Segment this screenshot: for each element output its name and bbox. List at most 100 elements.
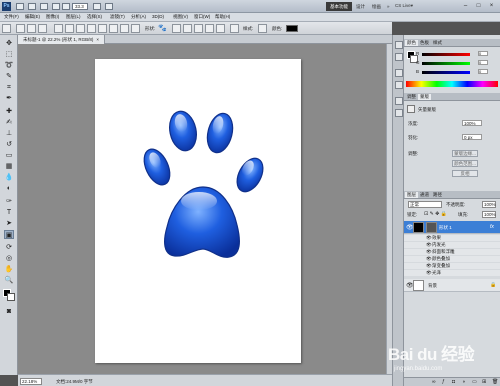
paths-icon[interactable] xyxy=(27,24,36,33)
quick-mask-icon[interactable]: ◙ xyxy=(4,307,14,316)
fill-pixels-icon[interactable] xyxy=(38,24,47,33)
link-style-icon[interactable] xyxy=(230,24,239,33)
effects-visibility-icon[interactable]: 👁 xyxy=(426,235,432,241)
new-layer-mode-icon[interactable] xyxy=(172,24,181,33)
workspace-design-button[interactable]: 设计 xyxy=(352,2,369,11)
layer-row-background[interactable]: 👁 背景 🔒 xyxy=(404,279,500,292)
effect-visibility-icon[interactable]: 👁 xyxy=(426,249,432,255)
lock-icons[interactable]: ⊡ ✎ ✥ 🔒 xyxy=(424,211,447,217)
effect-row[interactable]: 👁 光泽 xyxy=(404,270,500,276)
menu-layer[interactable]: 图层(L) xyxy=(66,14,81,20)
menu-file[interactable]: 文件(F) xyxy=(4,14,19,20)
intersect-mode-icon[interactable] xyxy=(205,24,214,33)
density-field[interactable]: 100% xyxy=(462,120,482,126)
effect-row[interactable]: 👁 渐变叠加 xyxy=(404,263,500,269)
vector-mask-thumbnail[interactable] xyxy=(426,222,437,233)
menu-window[interactable]: 窗口(W) xyxy=(194,14,210,20)
rounded-rectangle-icon[interactable] xyxy=(87,24,96,33)
invert-button[interactable]: 反相 xyxy=(452,170,478,177)
menu-analysis[interactable]: 分析(A) xyxy=(131,14,146,20)
color-range-button[interactable]: 颜色范围... xyxy=(452,160,478,167)
crop-tool-icon[interactable]: ⌗ xyxy=(4,83,14,92)
eraser-tool-icon[interactable]: ▭ xyxy=(4,151,14,160)
red-value-field[interactable]: 0 xyxy=(478,51,488,56)
dodge-tool-icon[interactable]: ◐ xyxy=(4,184,14,193)
effect-visibility-icon[interactable]: 👁 xyxy=(426,270,432,276)
subtract-mode-icon[interactable] xyxy=(194,24,203,33)
pen-tool-icon[interactable] xyxy=(54,24,63,33)
tab-adjustments[interactable]: 调整 xyxy=(405,94,418,100)
marquee-tool-icon[interactable]: ⬚ xyxy=(4,50,14,59)
mask-edge-button[interactable]: 蒙版边缘... xyxy=(452,150,478,157)
tab-channels[interactable]: 通道 xyxy=(418,192,431,198)
tool-preset-icon[interactable] xyxy=(2,24,11,33)
green-slider[interactable] xyxy=(422,62,470,65)
document-tab[interactable]: 未标题-1 @ 22.2% (形状 1, RGB/8) × xyxy=(18,35,105,44)
layer-effects-icon[interactable]: fx xyxy=(490,224,494,230)
3d-orbit-icon[interactable]: ◎ xyxy=(4,254,14,263)
opacity-field[interactable]: 100% xyxy=(482,201,496,208)
zoom-tool-side-icon[interactable]: 🔍 xyxy=(4,276,14,285)
pen-tool-side-icon[interactable]: ✑ xyxy=(4,197,14,206)
mini-bridge-icon[interactable] xyxy=(28,3,36,10)
quick-selection-icon[interactable]: ✎ xyxy=(4,72,14,81)
move-tool-icon[interactable]: ✥ xyxy=(4,39,14,48)
menu-view[interactable]: 视图(V) xyxy=(173,14,188,20)
view-extras-icon[interactable] xyxy=(40,3,48,10)
blur-tool-icon[interactable]: 💧 xyxy=(4,173,14,182)
eyedropper-tool-icon[interactable]: ✒ xyxy=(4,94,14,103)
tab-color[interactable]: 颜色 xyxy=(405,40,418,46)
actions-panel-icon[interactable] xyxy=(395,53,403,61)
clone-source-panel-icon[interactable] xyxy=(395,109,403,117)
blend-mode-select[interactable]: 正常 xyxy=(408,201,442,208)
blue-value-field[interactable]: 0 xyxy=(478,69,488,74)
type-tool-icon[interactable]: T xyxy=(4,208,14,217)
hand-tool-icon[interactable] xyxy=(52,3,60,10)
menu-select[interactable]: 选择(S) xyxy=(87,14,102,20)
red-slider[interactable] xyxy=(422,53,470,56)
menu-help[interactable]: 帮助(H) xyxy=(215,14,230,20)
rectangle-icon[interactable] xyxy=(76,24,85,33)
effect-visibility-icon[interactable]: 👁 xyxy=(426,263,432,269)
style-picker-icon[interactable] xyxy=(258,24,267,33)
path-selection-icon[interactable]: ➤ xyxy=(4,219,14,228)
feather-field[interactable]: 0 px xyxy=(462,134,482,140)
clone-stamp-icon[interactable]: ⊥ xyxy=(4,129,14,138)
status-zoom-field[interactable]: 22.18% xyxy=(20,378,42,385)
3d-rotate-icon[interactable]: ⟳ xyxy=(4,243,14,252)
menu-3d[interactable]: 3D(D) xyxy=(152,14,164,19)
brush-tool-icon[interactable]: ✍ xyxy=(4,118,14,127)
polygon-icon[interactable] xyxy=(109,24,118,33)
ellipse-icon[interactable] xyxy=(98,24,107,33)
healing-brush-icon[interactable]: ✚ xyxy=(4,107,14,116)
effect-row[interactable]: 👁 内发光 xyxy=(404,242,500,248)
workspace-essentials-button[interactable]: 基本功能 xyxy=(326,2,352,11)
green-value-field[interactable]: 0 xyxy=(478,60,488,65)
history-brush-icon[interactable]: ↺ xyxy=(4,140,14,149)
effect-row[interactable]: 👁 颜色叠加 xyxy=(404,256,500,262)
canvas-area[interactable] xyxy=(18,44,386,374)
screen-mode-icon[interactable] xyxy=(105,3,113,10)
document-canvas[interactable] xyxy=(95,59,301,363)
hand-tool-side-icon[interactable]: ✋ xyxy=(4,265,14,274)
add-mode-icon[interactable] xyxy=(183,24,192,33)
lasso-tool-icon[interactable]: ➰ xyxy=(4,61,14,70)
shape-layers-icon[interactable] xyxy=(16,24,25,33)
layer-row-shape[interactable]: 👁 形状 1 fx xyxy=(404,221,500,234)
cs-live-button[interactable]: CS Live▾ xyxy=(395,3,413,9)
menu-edit[interactable]: 编辑(E) xyxy=(25,14,40,20)
minimize-icon[interactable]: ‒ xyxy=(461,2,470,10)
paragraph-panel-icon[interactable] xyxy=(395,81,403,89)
workspace-more-button[interactable]: » xyxy=(383,2,394,11)
zoom-tool-icon[interactable] xyxy=(62,3,70,10)
tab-masks[interactable]: 蒙版 xyxy=(418,94,431,100)
close-document-icon[interactable]: × xyxy=(96,37,99,42)
paw-print-shape[interactable] xyxy=(95,59,301,363)
freeform-pen-icon[interactable] xyxy=(65,24,74,33)
paw-shape-picker-icon[interactable]: 🐾 xyxy=(158,24,167,33)
line-icon[interactable] xyxy=(120,24,129,33)
close-window-icon[interactable]: × xyxy=(487,2,496,10)
bridge-icon[interactable] xyxy=(16,3,24,10)
pixel-mask-icon[interactable] xyxy=(407,105,415,113)
effects-header-row[interactable]: 👁 效果 xyxy=(404,235,500,241)
